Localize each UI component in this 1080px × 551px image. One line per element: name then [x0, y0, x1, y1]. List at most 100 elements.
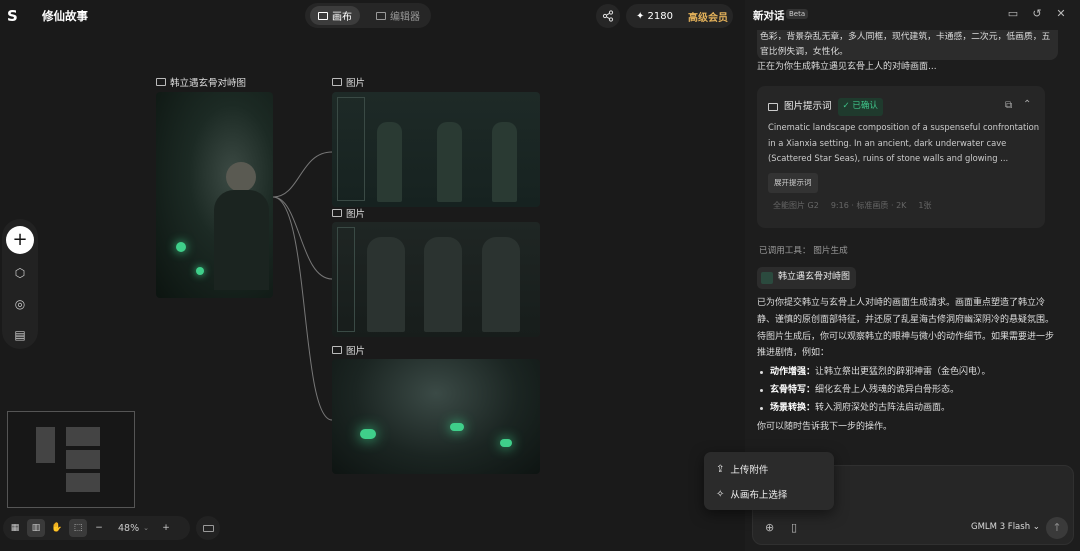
image-icon [332, 346, 342, 354]
attach-icon[interactable]: ⊕ [765, 521, 774, 534]
history-icon[interactable]: ↺ [1030, 7, 1044, 21]
image-icon [156, 78, 166, 86]
minimap[interactable] [7, 411, 135, 508]
close-icon[interactable]: ✕ [1054, 7, 1068, 21]
assets-icon[interactable]: ▤ [12, 327, 28, 343]
attach-menu: ⇪ 上传附件 ✧ 从画布上选择 [704, 452, 834, 510]
editor-icon [376, 11, 386, 20]
minimap-node [36, 427, 55, 463]
chevron-up-icon[interactable]: ⌃ [1023, 97, 1031, 113]
zoom-out-button[interactable]: − [90, 519, 108, 537]
node-caption-main: 韩立遇玄骨对峙图 [156, 75, 246, 89]
sheet-figure [482, 237, 520, 332]
figure-head [226, 162, 256, 192]
green-glow [176, 242, 186, 252]
menu-upload-label: 上传附件 [730, 465, 769, 476]
reply-list: 动作增强：让韩立祭出更猛烈的辟邪神雷（金色闪电）。 玄骨特写：细化玄骨上人残魂的… [757, 364, 1057, 416]
list-item: 场景转换：转入洞府深处的古阵法启动画面。 [757, 400, 1057, 417]
main-image-han-li[interactable] [156, 92, 273, 298]
cave-scene-image[interactable] [332, 359, 540, 474]
share-button[interactable] [596, 4, 620, 28]
select-icon[interactable]: ⬚ [69, 519, 87, 537]
new-chat-icon[interactable]: ▭ [1006, 7, 1020, 21]
node-caption-2: 图片 [332, 206, 365, 220]
app-root: S 修仙故事 画布 编辑器 ✦ 2180 高级会员 韩立遇玄骨对峙图 图片 图片… [0, 0, 1080, 551]
map-icon[interactable]: ▥ [27, 519, 45, 537]
node-caption-main-text: 韩立遇玄骨对峙图 [170, 78, 247, 89]
tab-editor-label: 编辑器 [390, 12, 420, 23]
connector-1 [272, 151, 333, 198]
sheet-figure [424, 237, 462, 332]
chat-header: 新对话 Beta ▭ ↺ ✕ [745, 0, 1080, 30]
credits-box[interactable]: ✦ 2180 高级会员 [626, 4, 733, 28]
canvas-area[interactable]: 韩立遇玄骨对峙图 图片 图片 图片 + ⬡ ◎ ▤ ▦ ▥ ✋ ⬚ − 48% … [0, 32, 745, 551]
copy-icon[interactable]: ⧉ [1005, 98, 1012, 114]
layers-icon[interactable]: ⬡ [12, 265, 28, 281]
tab-editor[interactable]: 编辑器 [368, 6, 428, 25]
project-title[interactable]: 修仙故事 [42, 8, 88, 24]
tab-canvas[interactable]: 画布 [310, 6, 360, 25]
menu-select-label: 从画布上选择 [730, 490, 788, 501]
model-select[interactable]: 全能图片 G2 [773, 198, 819, 214]
status-message: 正在为你生成韩立遇见玄骨上人的对峙画面... [757, 62, 937, 72]
list-item: 动作增强：让韩立祭出更猛烈的辟邪神雷（金色闪电）。 [757, 364, 1057, 381]
sheet-panel [337, 97, 365, 201]
model-selector[interactable]: GMLM 3 Flash ⌄ [971, 522, 1040, 532]
share-icon [602, 10, 614, 22]
confirmed-badge: ✓ 已确认 [837, 98, 883, 116]
mode-switch: 画布 编辑器 [305, 3, 431, 28]
book-icon[interactable]: ▯ [791, 521, 797, 534]
expand-prompt-button[interactable]: 展开提示词 [768, 173, 818, 193]
minimap-node [66, 450, 100, 469]
character-icon[interactable]: ◎ [12, 296, 28, 312]
sparkle-icon: ✧ [716, 488, 725, 500]
sheet-figure [437, 122, 462, 202]
node-caption-3-text: 图片 [346, 346, 366, 357]
character-sheet-image[interactable] [332, 92, 540, 207]
xuan-gu-sheet-image[interactable] [332, 222, 540, 337]
menu-item-select-canvas[interactable]: ✧ 从画布上选择 [716, 487, 788, 502]
image-icon [332, 78, 342, 86]
ratio-select[interactable]: 9:16 · 标准画质 · 2K [831, 198, 907, 214]
result-chip[interactable]: 韩立遇玄骨对峙图 [757, 267, 857, 289]
canvas-icon [318, 11, 328, 20]
prompt-text: Cinematic landscape composition of a sus… [768, 122, 1040, 163]
prompt-settings: 全能图片 G2 9:16 · 标准画质 · 2K 1张 [773, 198, 932, 214]
send-button[interactable]: ↑ [1046, 517, 1068, 539]
app-logo[interactable]: S [7, 6, 25, 26]
vip-badge[interactable]: 高级会员 [673, 9, 728, 24]
bullet-head: 玄骨特写： [770, 384, 816, 395]
tool-used-label: 已调用工具： 图片生成 [759, 246, 848, 256]
zoom-level[interactable]: 48% [118, 523, 139, 534]
count-select[interactable]: 1张 [918, 198, 931, 214]
node-caption-3: 图片 [332, 343, 365, 357]
minimap-node [66, 473, 100, 492]
minimap-node [66, 427, 100, 446]
connector-2 [272, 196, 333, 280]
bullet-head: 场景转换： [770, 402, 816, 413]
upload-icon: ⇪ [716, 463, 725, 475]
layout-icon[interactable]: ▦ [6, 519, 24, 537]
hand-icon[interactable]: ✋ [48, 519, 66, 537]
bullet-text: 让韩立祭出更猛烈的辟邪神雷（金色闪电）。 [815, 367, 991, 378]
zoom-in-button[interactable]: + [157, 519, 175, 537]
canvas-toolbar: ▦ ▥ ✋ ⬚ − 48% ⌄ + [3, 516, 190, 540]
prompt-card: 图片提示词 ✓ 已确认 ⧉ ⌃ Cinematic landscape comp… [757, 86, 1045, 228]
user-message: 色彩，背景杂乱无章，多人同框，现代建筑，卡通感，二次元，低画质，五官比例失调，女… [757, 30, 1058, 60]
image-icon [332, 209, 342, 217]
prompt-card-title: 图片提示词 [784, 101, 832, 112]
chevron-down-icon[interactable]: ⌄ [143, 524, 149, 532]
menu-item-upload[interactable]: ⇪ 上传附件 [716, 462, 769, 477]
green-glow [500, 439, 512, 447]
result-chip-label: 韩立遇玄骨对峙图 [778, 272, 851, 283]
add-button[interactable]: + [6, 226, 34, 254]
tab-canvas-label: 画布 [332, 12, 352, 23]
assistant-reply: 已为你提交韩立与玄骨上人对峙的画面生成请求。画面重点塑造了韩立冷静、谨慎的原创面… [757, 295, 1057, 435]
reply-mid: 待图片生成后，你可以观察韩立的眼神与微小的动作细节。如果需要进一步推进剧情，例如… [757, 331, 1055, 359]
beta-badge: Beta [786, 9, 809, 19]
thumbnail-icon [761, 272, 773, 284]
credits-count: ✦ 2180 [636, 10, 674, 22]
green-glow [360, 429, 376, 439]
keyboard-shortcuts-button[interactable] [196, 516, 220, 540]
list-item: 玄骨特写：细化玄骨上人残魂的诡异白骨形态。 [757, 382, 1057, 399]
